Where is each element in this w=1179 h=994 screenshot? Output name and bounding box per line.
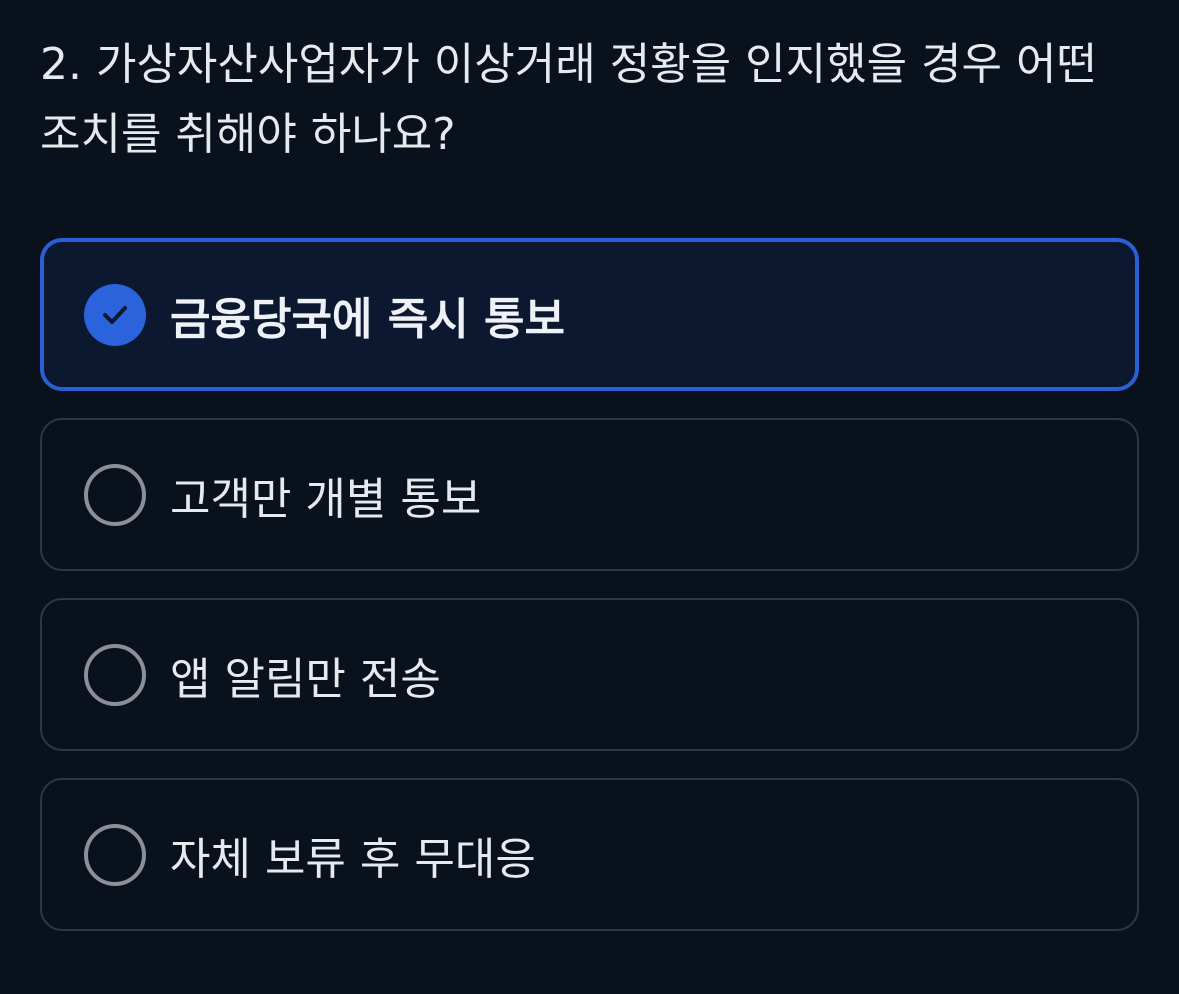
option-2[interactable]: 고객만 개별 통보 — [40, 418, 1139, 571]
radio-empty-icon — [84, 823, 146, 886]
option-1[interactable]: 금융당국에 즉시 통보 — [40, 238, 1139, 391]
option-label: 금융당국에 즉시 통보 — [170, 293, 565, 345]
answer-options: 금융당국에 즉시 통보 고객만 개별 통보 앱 알림만 전송 자체 보류 후 무… — [40, 238, 1139, 958]
radio-empty-icon — [84, 463, 146, 526]
check-circle-icon — [84, 283, 146, 346]
checkmark-icon — [103, 305, 127, 324]
question-text: 2. 가상자산사업자가 이상거래 정황을 인지했을 경우 어떤 조치를 취해야 … — [40, 39, 1097, 160]
option-label: 자체 보류 후 무대응 — [170, 833, 536, 885]
radio-empty-icon — [84, 643, 146, 706]
option-4[interactable]: 자체 보류 후 무대응 — [40, 778, 1139, 931]
option-label: 고객만 개별 통보 — [170, 473, 482, 525]
option-3[interactable]: 앱 알림만 전송 — [40, 598, 1139, 751]
option-label: 앱 알림만 전송 — [170, 653, 441, 705]
